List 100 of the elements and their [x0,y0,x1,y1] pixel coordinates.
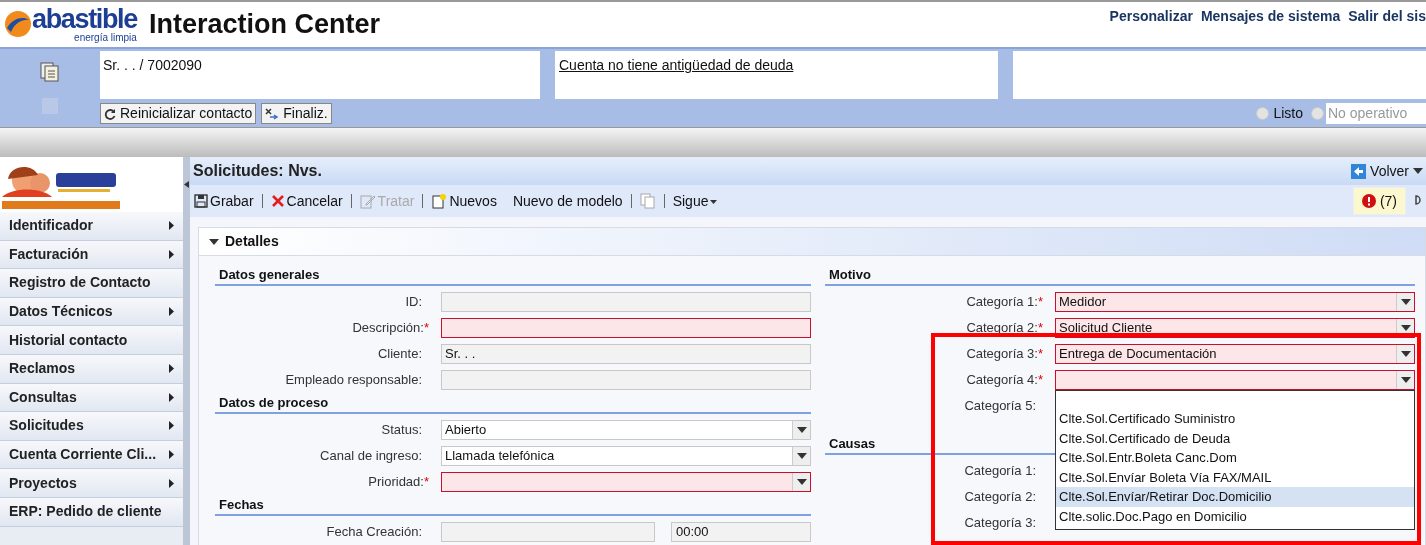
details-toggle[interactable]: Detalles [199,228,1425,256]
caret-icon [1400,299,1411,305]
field-label: Empleado responsable: [285,372,422,388]
sidebar-item[interactable]: Identificador [0,212,183,241]
section-heading: Datos generales [215,266,811,286]
toolbar-button[interactable]: Grabar [194,190,254,212]
input-field[interactable] [441,318,811,338]
section-heading: Datos de proceso [215,394,811,414]
caret-icon [1400,325,1411,331]
radio-button[interactable] [1256,107,1270,120]
dropdown-option[interactable]: Clte.Sol.Envíar/Retirar Doc.Domicilio [1056,487,1414,507]
input-field[interactable]: Sr. . . [441,344,811,364]
caret-icon [1413,168,1423,174]
required-asterisk: * [1037,346,1043,362]
field-label: Categoría 2: [964,489,1036,505]
caret-icon [796,453,807,459]
sidebar-item[interactable]: Consultas [0,383,183,413]
app-title: Interaction Center [148,8,380,41]
caret-icon [209,238,219,245]
input-field[interactable] [441,370,811,390]
dropdown-option[interactable]: Clte.Sol.Certificado de Deuda [1056,428,1414,448]
field-label: Categoría 3: [966,346,1038,362]
logo-icon [4,10,32,39]
dropdown-field[interactable]: Abierto [441,420,811,440]
notice-link[interactable]: Cuenta no tiene antigüedad de deuda [559,57,794,73]
field-label: Canal de ingreso: [320,448,422,464]
contact-button[interactable]: Reinicializar contacto [100,103,257,124]
arrow-right-icon [169,221,174,231]
caret-icon [1400,351,1411,357]
sidebar-item[interactable]: Proyectos [0,469,183,498]
status-option: No operativo [1326,103,1426,124]
dropdown-option[interactable]: Clte.Sol.Entr.Boleta Canc.Dom [1056,448,1414,468]
back-arrow-icon [1351,163,1367,179]
new-page-icon [431,193,448,209]
caret-icon [1400,377,1411,383]
arrow-right-icon [169,307,174,317]
caret-icon [710,198,718,204]
dropdown-option[interactable]: Clte.Sol.Envíar Boleta Vía FAX/MAIL [1056,467,1414,487]
time-field[interactable]: 00:00 [671,522,811,542]
toolbar-button[interactable]: Nuevo de modelo [512,190,623,212]
field-label: Descripción: [352,320,424,336]
section-heading: Motivo [825,266,1415,286]
field-label: Categoría 1: [966,294,1038,310]
field-label: ID: [405,294,422,310]
toolbar-button[interactable]: Cancelar [270,190,343,212]
back-button[interactable]: Volver [1351,160,1423,182]
toolbar-button[interactable]: Sigue [672,190,718,212]
field-label: Categoría 2: [966,320,1038,336]
documents-icon[interactable] [39,61,61,83]
required-asterisk: * [423,474,429,490]
sidebar-item[interactable]: Solicitudes [0,412,183,441]
cross-arrow-icon [265,107,280,120]
dropdown-field[interactable]: Llamada telefónica [441,446,811,466]
arrow-right-icon [169,478,174,488]
input-field[interactable] [441,292,811,312]
field-label: Categoría 3: [964,515,1036,531]
toolbar-button[interactable]: Nuevos [431,190,497,212]
pencil-page-icon [359,193,376,209]
contact-button[interactable]: Finaliz. [261,103,332,124]
header-link[interactable]: Personalizar [1109,6,1193,27]
alerts-badge[interactable]: (7) [1352,187,1406,215]
required-asterisk: * [1037,294,1043,310]
sidebar-item[interactable]: Cuenta Corriente Cli... [0,440,183,470]
collapse-handle[interactable] [183,157,190,545]
caret-icon [796,427,807,433]
dropdown-option[interactable]: Clte.Sol.Certificado Suministro [1056,409,1414,429]
alert-icon [1361,194,1376,208]
field-label: Categoría 1: [964,463,1036,479]
arrow-right-icon [169,364,174,374]
field-label: Categoría 5: [964,398,1036,414]
dropdown-option[interactable]: Clte.solic.Doc.Pago en Domicilio [1056,506,1414,526]
sidebar-item[interactable]: Reclamos [0,354,183,384]
copy-icon [639,193,656,209]
arrow-right-icon [169,421,174,431]
sidebar-item[interactable]: Datos Técnicos [0,297,183,327]
field-label: Status: [381,422,422,438]
dropdown-field[interactable] [441,472,811,492]
required-asterisk: * [1037,320,1043,336]
field-label: Prioridad: [368,474,424,490]
sidebar-item[interactable]: Facturación [0,240,183,270]
required-asterisk: * [423,320,429,336]
customer-info: Sr. . . / 7002090 [103,57,202,73]
dropdown-field[interactable]: Medidor [1055,292,1415,312]
arrow-right-icon [169,249,174,259]
logo-wordmark: abastible [32,5,137,33]
date-field[interactable] [441,522,655,542]
dropdown-field[interactable]: Entrega de Documentación [1055,344,1415,364]
page-title: Solicitudes: Nvs. [193,161,322,181]
sidebar-item[interactable]: Historial contacto [0,326,183,355]
header-link[interactable]: Salir del sis [1348,6,1426,27]
logo-tagline: energía limpia [74,32,137,43]
sidebar-item[interactable]: Registro de Contacto [0,269,183,298]
sidebar-item[interactable]: ERP: Pedido de cliente [0,497,183,527]
caret-icon [796,479,807,485]
field-label: Cliente: [377,346,422,362]
arrow-right-icon [169,392,174,402]
close-icon [270,194,285,208]
field-label: Fecha Creación: [326,524,422,540]
header-link[interactable]: Mensajes de sistema [1200,6,1341,27]
field-label: Categoría 4: [966,372,1038,388]
